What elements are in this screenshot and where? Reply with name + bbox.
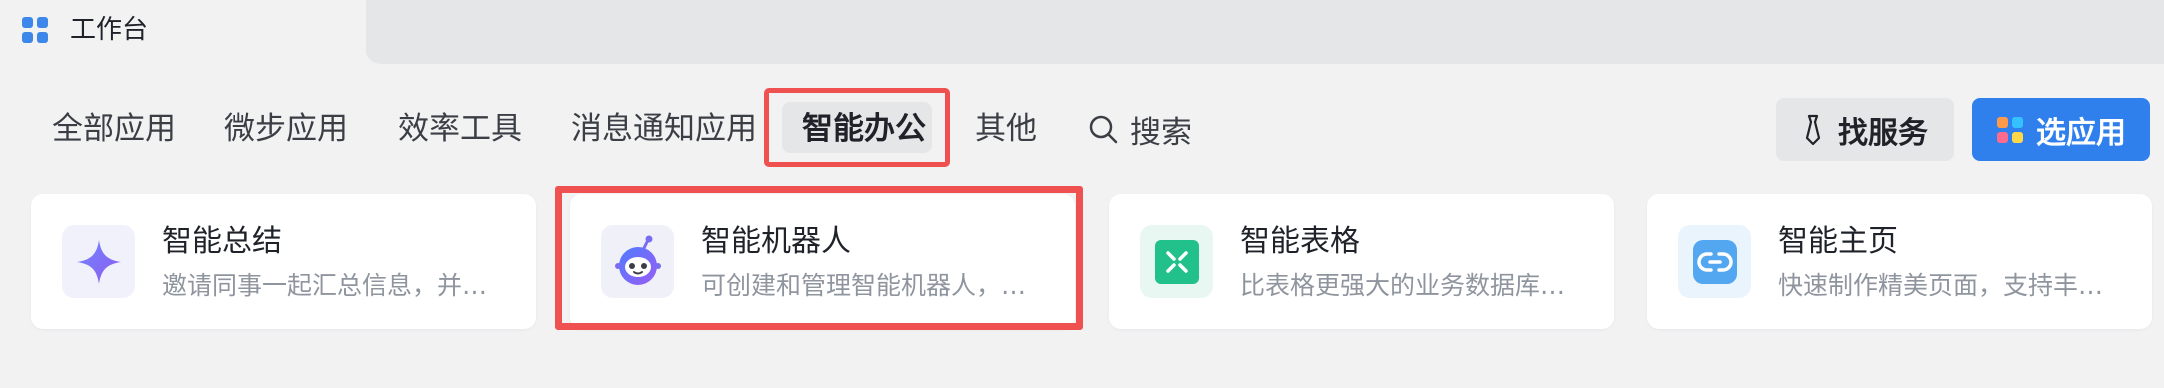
search-label: 搜索 [1130,114,1192,151]
card-icon-container [62,225,135,298]
card-description: 比表格更强大的业务数据库… [1240,271,1566,300]
robot-icon [614,235,661,285]
tab-title: 工作台 [70,15,149,45]
card-title: 智能主页 [1778,224,1898,259]
sparkle-icon [76,239,121,284]
apps-icon [1997,116,2023,143]
card-title: 智能机器人 [701,224,851,259]
nav-item-all-apps[interactable]: 全部应用 [52,108,176,150]
card-description: 快速制作精美页面，支持丰… [1778,271,2104,300]
grid-icon [22,17,48,43]
find-service-label: 找服务 [1838,115,1928,151]
card-title: 智能表格 [1240,224,1360,259]
card-title: 智能总结 [162,224,282,259]
search-button[interactable]: 搜索 [1088,108,1192,151]
card-icon-container [1140,225,1213,298]
card-description: 邀请同事一起汇总信息，并… [162,271,488,300]
find-service-button[interactable]: 找服务 [1776,98,1954,161]
app-card-smart-robot[interactable]: 智能机器人 可创建和管理智能机器人，… [570,194,1075,329]
card-description: 可创建和管理智能机器人，… [701,271,1027,300]
tab-workbench[interactable]: 工作台 [0,0,366,64]
tie-icon [1805,114,1821,145]
app-card-smart-table[interactable]: 智能表格 比表格更强大的业务数据库… [1109,194,1614,329]
app-card-smart-homepage[interactable]: 智能主页 快速制作精美页面，支持丰… [1647,194,2152,329]
search-icon [1089,115,1118,144]
nav-item-notification-apps[interactable]: 消息通知应用 [571,108,757,150]
nav-item-weibu-apps[interactable]: 微步应用 [224,108,348,150]
choose-app-label: 选应用 [2036,115,2126,151]
tab-strip-background [365,0,2164,64]
link-icon [1692,239,1737,284]
card-icon-container [1678,225,1751,298]
nav-item-efficiency-tools[interactable]: 效率工具 [398,108,522,150]
top-tab-bar: 工作台 [0,0,2164,64]
choose-app-button[interactable]: 选应用 [1972,98,2150,161]
card-icon-container [601,225,674,298]
nav-item-other[interactable]: 其他 [975,108,1037,150]
nav-item-smart-office[interactable]: 智能办公 [802,108,926,150]
app-card-smart-summary[interactable]: 智能总结 邀请同事一起汇总信息，并… [31,194,536,329]
table-icon [1154,239,1199,284]
